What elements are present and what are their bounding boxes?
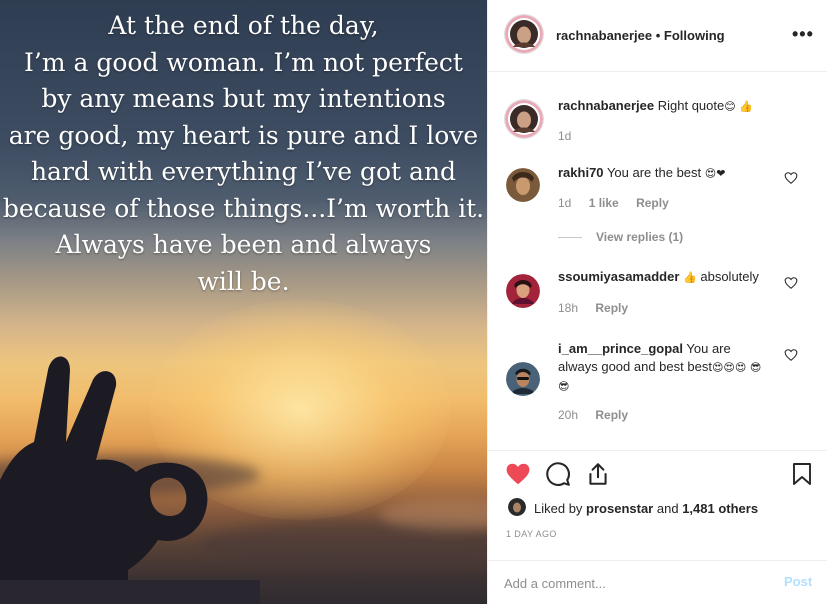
comment-username[interactable]: ssoumiyasamadder bbox=[558, 269, 679, 284]
profile-photo-icon bbox=[505, 100, 543, 138]
comment-time[interactable]: 20h bbox=[558, 408, 578, 422]
comment-meta: 18h Reply bbox=[558, 301, 642, 315]
post-header: rachnabanerjee • Following ••• bbox=[488, 0, 827, 72]
liked-by-user-link[interactable]: prosenstar bbox=[586, 501, 653, 516]
profile-photo-icon bbox=[506, 168, 540, 202]
comment-meta: 1d 1 like Reply bbox=[558, 196, 683, 210]
comment: ssoumiyasamadder 👍 absolutely bbox=[558, 268, 768, 287]
comments-list: rachnabanerjee Right quote😊 👍 1d rakhi70… bbox=[488, 72, 827, 450]
comment-emoji: 😊 👍 bbox=[724, 100, 753, 113]
following-button[interactable]: Following bbox=[664, 28, 725, 43]
comment-time[interactable]: 1d bbox=[558, 129, 571, 143]
like-comment-heart-icon[interactable] bbox=[784, 171, 798, 185]
avatar[interactable] bbox=[505, 100, 543, 138]
post-sidebar: rachnabanerjee • Following ••• rachnaban… bbox=[487, 0, 827, 604]
comment-time[interactable]: 1d bbox=[558, 196, 571, 210]
reply-button[interactable]: Reply bbox=[595, 301, 628, 315]
view-replies-button[interactable]: View replies (1) bbox=[558, 230, 683, 244]
profile-photo-icon bbox=[506, 274, 540, 308]
reply-button[interactable]: Reply bbox=[595, 408, 628, 422]
avatar[interactable] bbox=[506, 274, 540, 308]
hand-ok-gesture-silhouette bbox=[0, 356, 260, 604]
comment-body: Right quote bbox=[657, 98, 725, 113]
comment-meta: 20h Reply bbox=[558, 408, 642, 422]
post-actions: Liked by prosenstar and 1,481 others 1 D… bbox=[488, 450, 827, 560]
likes-summary: Liked by prosenstar and 1,481 others bbox=[534, 501, 758, 516]
comment-username[interactable]: rachnabanerjee bbox=[558, 98, 654, 113]
avatar[interactable] bbox=[506, 362, 540, 396]
avatar[interactable] bbox=[505, 15, 543, 53]
comment-emoji: 👍 bbox=[683, 271, 697, 284]
likes-and: and bbox=[656, 501, 679, 516]
comment-username[interactable]: rakhi70 bbox=[558, 165, 604, 180]
like-comment-heart-icon[interactable] bbox=[784, 348, 798, 362]
profile-photo-icon bbox=[506, 362, 540, 396]
comment-icon[interactable] bbox=[545, 461, 571, 487]
profile-photo-icon bbox=[505, 15, 543, 53]
divider bbox=[558, 237, 582, 239]
bookmark-icon[interactable] bbox=[790, 461, 814, 487]
quote-text: At the end of the day, I’m a good woman.… bbox=[2, 11, 485, 296]
likes-others-link[interactable]: 1,481 others bbox=[682, 501, 758, 516]
comment-body: absolutely bbox=[700, 269, 759, 284]
comment-emoji: 😍❤ bbox=[704, 167, 726, 180]
share-icon[interactable] bbox=[585, 461, 611, 487]
heart-icon[interactable] bbox=[505, 461, 531, 487]
view-replies-label: View replies (1) bbox=[596, 230, 684, 244]
comment-likes[interactable]: 1 like bbox=[589, 196, 619, 210]
header-username-line: rachnabanerjee • Following bbox=[556, 28, 725, 43]
profile-photo-icon bbox=[508, 498, 526, 516]
separator-dot: • bbox=[655, 28, 661, 43]
post-comment-button[interactable]: Post bbox=[784, 574, 812, 589]
like-comment-heart-icon[interactable] bbox=[784, 276, 798, 290]
post-timestamp[interactable]: 1 DAY AGO bbox=[506, 529, 557, 539]
add-comment-input[interactable] bbox=[504, 572, 764, 594]
comment-meta: 1d bbox=[558, 129, 585, 143]
comment-username[interactable]: i_am__prince_gopal bbox=[558, 341, 683, 356]
comment: i_am__prince_gopal You are always good a… bbox=[558, 340, 768, 396]
caption: rachnabanerjee Right quote😊 👍 bbox=[558, 97, 768, 116]
comment: rakhi70 You are the best 😍❤ bbox=[558, 164, 768, 183]
avatar[interactable] bbox=[506, 168, 540, 202]
avatar[interactable] bbox=[508, 498, 526, 516]
more-icon[interactable]: ••• bbox=[792, 24, 814, 45]
username-link[interactable]: rachnabanerjee bbox=[556, 28, 652, 43]
post-image[interactable]: At the end of the day, I’m a good woman.… bbox=[0, 0, 487, 604]
comment-time[interactable]: 18h bbox=[558, 301, 578, 315]
likes-prefix: Liked by bbox=[534, 501, 583, 516]
comment-body: You are the best bbox=[606, 165, 702, 180]
add-comment-bar: Post bbox=[488, 560, 827, 604]
reply-button[interactable]: Reply bbox=[636, 196, 669, 210]
